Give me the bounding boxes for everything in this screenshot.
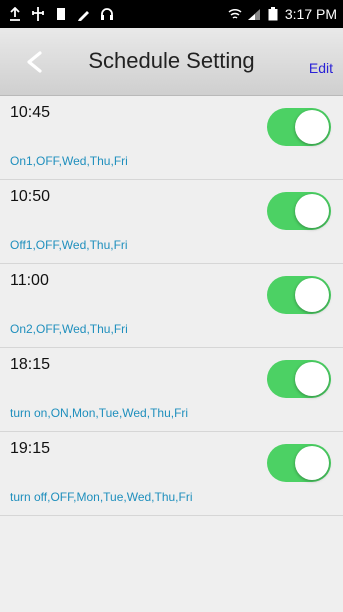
schedule-time: 10:45 [10, 104, 51, 121]
schedule-toggle[interactable] [267, 360, 331, 398]
schedule-row[interactable]: 18:15 turn on,ON,Mon,Tue,Wed,Thu,Fri [0, 348, 343, 432]
pen-icon [77, 7, 91, 21]
status-left-icons [8, 7, 114, 21]
toggle-knob [295, 194, 329, 228]
battery-icon [266, 7, 280, 21]
wifi-icon [228, 7, 242, 21]
toggle-knob [295, 446, 329, 480]
toggle-knob [295, 362, 329, 396]
page-title: Schedule Setting [88, 48, 255, 73]
schedule-list: 10:45 On1,OFF,Wed,Thu,Fri 10:50 Off1,OFF… [0, 96, 343, 516]
chevron-left-icon [27, 51, 42, 73]
schedule-row[interactable]: 19:15 turn off,OFF,Mon,Tue,Wed,Thu,Fri [0, 432, 343, 516]
schedule-time: 19:15 [10, 440, 51, 457]
headset-icon [100, 7, 114, 21]
toggle-knob [295, 278, 329, 312]
sim-icon [54, 7, 68, 21]
schedule-toggle[interactable] [267, 108, 331, 146]
schedule-description: turn on,ON,Mon,Tue,Wed,Thu,Fri [10, 406, 189, 420]
schedule-time: 10:50 [10, 188, 51, 205]
schedule-description: On2,OFF,Wed,Thu,Fri [10, 322, 128, 336]
schedule-row[interactable]: 11:00 On2,OFF,Wed,Thu,Fri [0, 264, 343, 348]
schedule-description: Off1,OFF,Wed,Thu,Fri [10, 238, 128, 252]
schedule-toggle[interactable] [267, 276, 331, 314]
schedule-row[interactable]: 10:50 Off1,OFF,Wed,Thu,Fri [0, 180, 343, 264]
schedule-time: 18:15 [10, 356, 51, 373]
status-bar: 3:17 PM [0, 0, 343, 28]
schedule-toggle[interactable] [267, 444, 331, 482]
schedule-row[interactable]: 10:45 On1,OFF,Wed,Thu,Fri [0, 96, 343, 180]
schedule-time: 11:00 [10, 272, 49, 289]
schedule-toggle[interactable] [267, 192, 331, 230]
signal-icon [247, 7, 261, 21]
back-button[interactable] [14, 42, 54, 82]
schedule-description: On1,OFF,Wed,Thu,Fri [10, 154, 128, 168]
edit-button[interactable]: Edit [309, 60, 333, 76]
toggle-knob [295, 110, 329, 144]
upload-icon [8, 7, 22, 21]
usb-icon [31, 7, 45, 21]
status-right: 3:17 PM [228, 6, 337, 22]
status-time: 3:17 PM [284, 6, 337, 22]
app-header: Schedule Setting Edit [0, 28, 343, 96]
schedule-description: turn off,OFF,Mon,Tue,Wed,Thu,Fri [10, 490, 193, 504]
